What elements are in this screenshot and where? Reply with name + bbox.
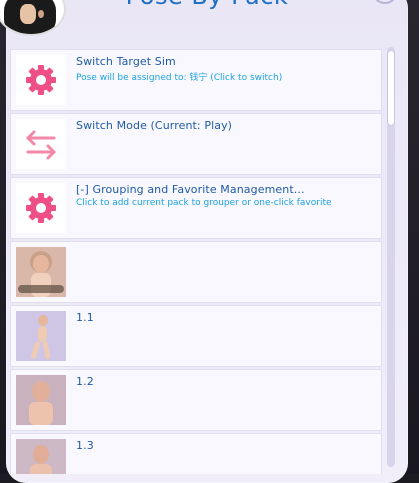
item-title: 1.1 <box>76 311 94 324</box>
panel-title: Pose By Pack <box>6 0 408 10</box>
pose-thumbnail <box>16 439 66 474</box>
item-subtitle: Click to add current pack to grouper or … <box>76 198 332 208</box>
list-item-pose-1-2[interactable]: 1.2 <box>10 369 382 431</box>
item-subtitle: Pose will be assigned to: 钱宁 (Click to s… <box>76 73 283 83</box>
scrollbar-thumb[interactable] <box>387 50 395 126</box>
avatar-face <box>20 4 36 24</box>
pose-thumbnail <box>16 311 66 361</box>
gear-icon <box>16 183 66 233</box>
pose-thumbnail <box>16 247 66 297</box>
pose-thumbnail <box>16 375 66 425</box>
item-title: 1.3 <box>76 439 94 452</box>
list-item-switch-mode[interactable]: Switch Mode (Current: Play) <box>10 113 382 175</box>
item-title: [-] Grouping and Favorite Management... <box>76 183 305 196</box>
pose-list: Switch Target Sim Pose will be assigned … <box>10 49 382 474</box>
item-title: Switch Mode (Current: Play) <box>76 119 233 132</box>
list-item-pose-1-1[interactable]: 1.1 <box>10 305 382 367</box>
scrollbar[interactable] <box>387 47 395 467</box>
list-item-pose-1-3[interactable]: 1.3 <box>10 433 382 474</box>
gear-icon <box>16 55 66 105</box>
list-item-grouping-favorite[interactable]: [-] Grouping and Favorite Management... … <box>10 177 382 239</box>
item-title: 1.2 <box>76 375 94 388</box>
list-item-pose-pack[interactable] <box>10 241 382 303</box>
list-item-switch-target-sim[interactable]: Switch Target Sim Pose will be assigned … <box>10 49 382 111</box>
swap-arrows-icon <box>16 119 66 169</box>
avatar-ear <box>38 10 44 18</box>
item-title: Switch Target Sim <box>76 55 176 68</box>
